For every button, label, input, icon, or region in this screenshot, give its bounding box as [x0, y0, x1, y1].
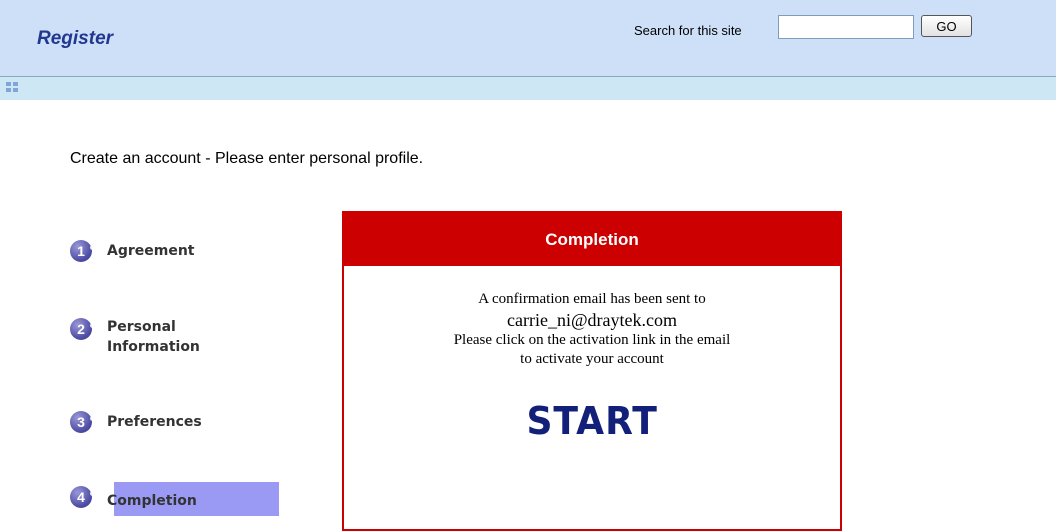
- sub-toolbar: [0, 77, 1056, 100]
- step-label: Preferences: [107, 414, 202, 430]
- email-address: carrie_ni@draytek.com: [507, 310, 677, 330]
- step-number-badge: 3: [70, 411, 95, 433]
- step-number-badge: 1: [70, 240, 95, 262]
- start-button[interactable]: START: [526, 399, 657, 443]
- go-button[interactable]: GO: [921, 15, 972, 37]
- step-label-line1: Personal: [107, 319, 176, 335]
- step-number-badge: 2: [70, 318, 95, 340]
- panel-title: Completion: [344, 213, 840, 266]
- activation-instruction: Please click on the activation link in t…: [453, 332, 731, 348]
- page-heading: Create an account - Please enter persona…: [70, 150, 424, 167]
- step-number-badge: 4: [70, 486, 95, 508]
- step-completion[interactable]: 4 Completion: [70, 486, 197, 511]
- step-label: Agreement: [107, 243, 195, 259]
- site-title: Register: [37, 28, 114, 49]
- step-agreement[interactable]: 1 Agreement: [70, 240, 195, 262]
- step-personal-information[interactable]: 2 Personal Information: [70, 317, 200, 357]
- site-header: Register Search for this site GO: [0, 0, 1056, 77]
- step-preferences[interactable]: 3 Preferences: [70, 411, 202, 433]
- grid-icon[interactable]: [6, 82, 18, 92]
- activation-instruction-cont: to activate your account: [520, 351, 664, 367]
- search-label: Search for this site: [634, 23, 742, 38]
- step-label: Personal Information: [107, 317, 200, 357]
- search-input[interactable]: [778, 15, 914, 39]
- panel-body: A confirmation email has been sent to ca…: [344, 266, 840, 443]
- completion-panel: Completion A confirmation email has been…: [342, 211, 842, 531]
- step-label: Completion: [107, 493, 197, 509]
- step-label-line2: Information: [107, 339, 200, 355]
- confirmation-message: A confirmation email has been sent to: [478, 291, 706, 307]
